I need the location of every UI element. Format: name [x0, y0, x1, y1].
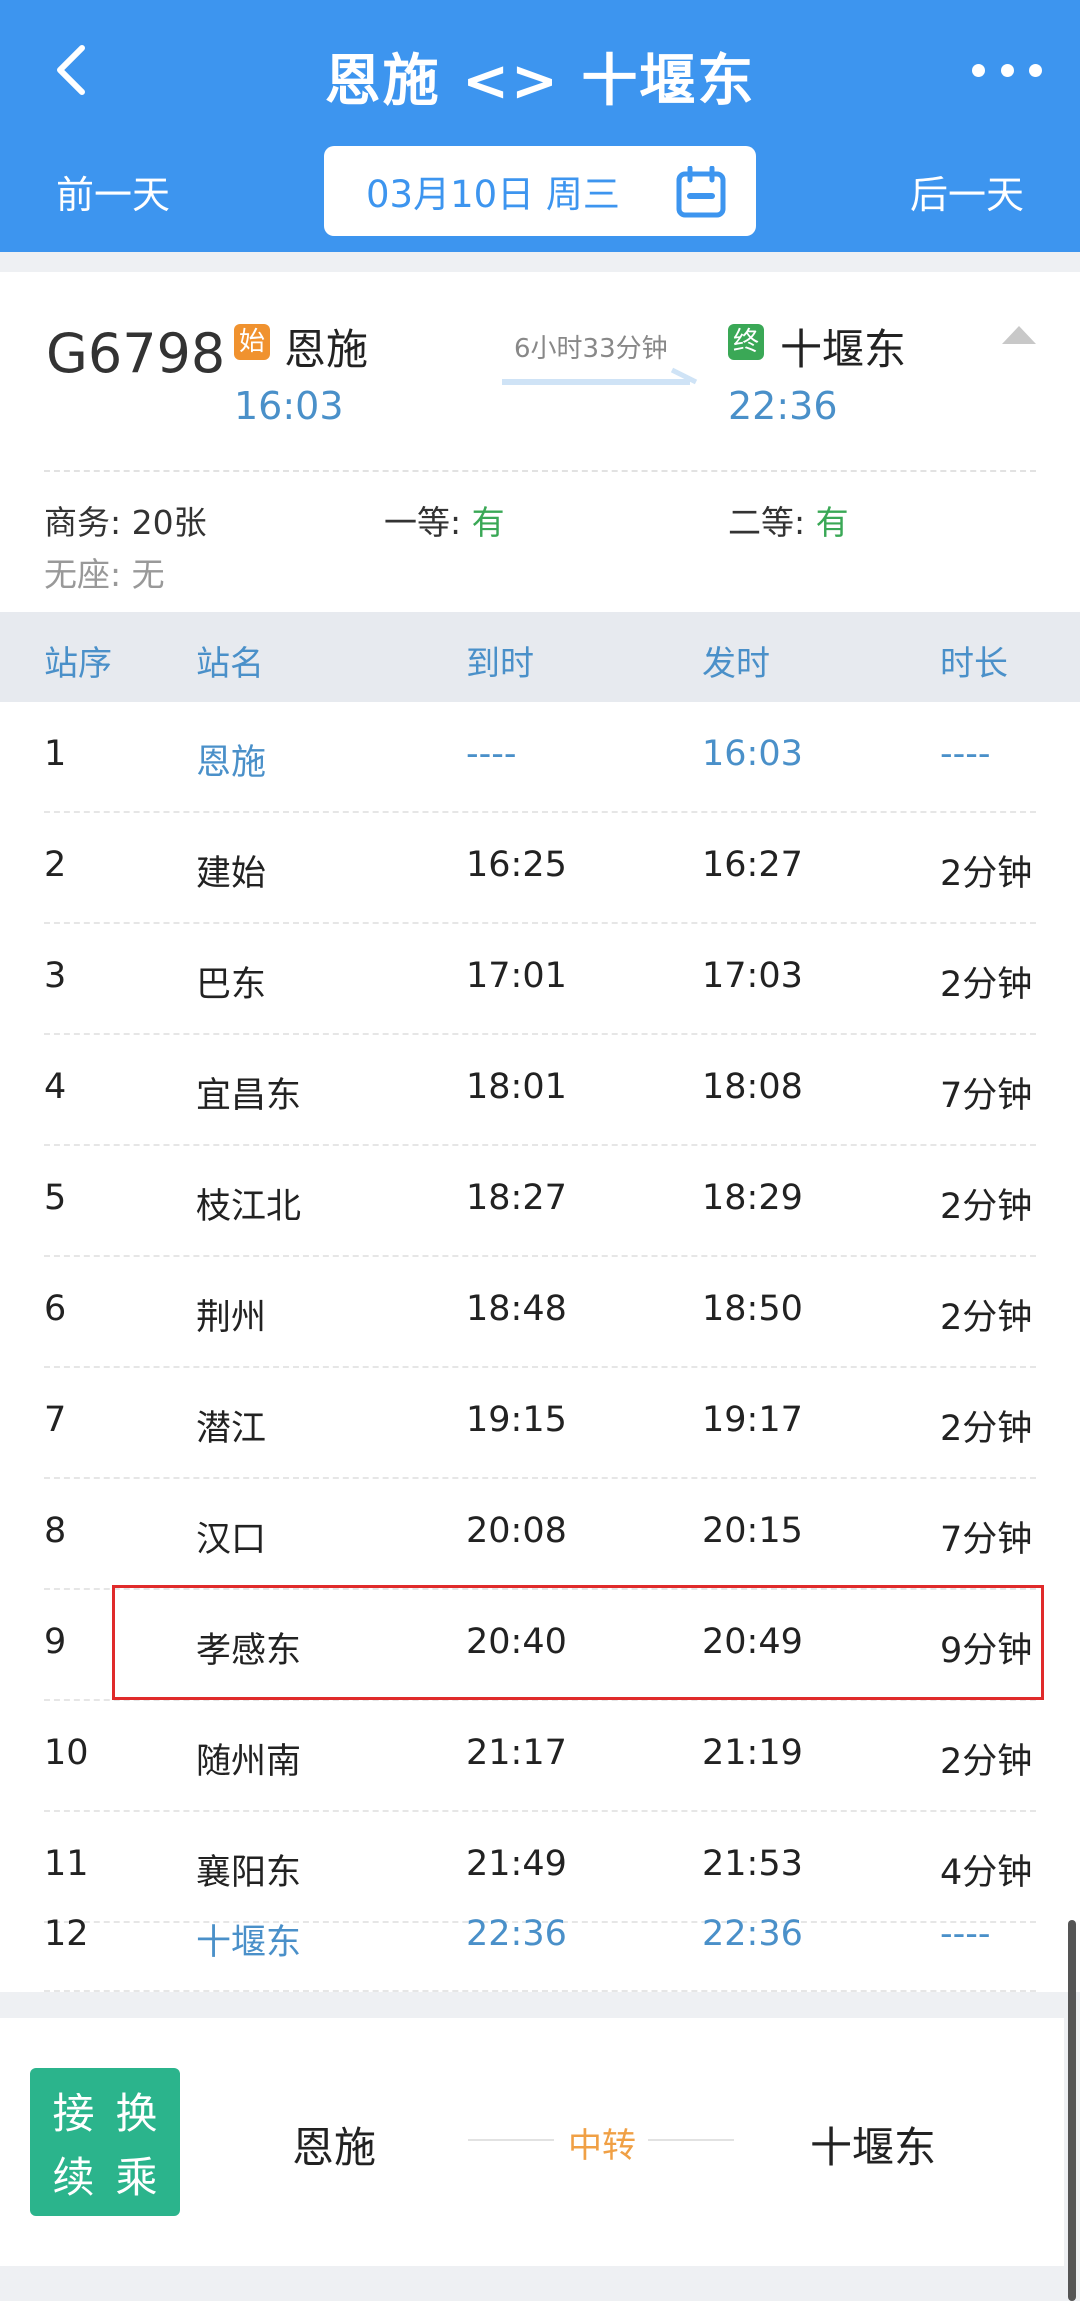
trip-duration: 6小时33分钟 [514, 334, 668, 364]
date-text: 03月10日 周三 [366, 173, 620, 216]
transfer-middle-label[interactable]: 中转 [568, 2118, 636, 2167]
table-row[interactable]: 3 巴东 17:01 17:03 2分钟 [0, 924, 1080, 1035]
stops-table-header: 站序 站名 到时 发时 时长 [0, 612, 1080, 702]
transfer-to-station: 十堰东 [810, 2123, 937, 2172]
to-time: 22:36 [728, 384, 838, 428]
top-app-bar: 恩施 <> 十堰东 前一天 03月10日 周三 后一天 [0, 0, 1080, 252]
transfer-from-station: 恩施 [292, 2123, 377, 2172]
collapse-caret-icon[interactable] [1000, 324, 1038, 346]
date-picker[interactable]: 03月10日 周三 [324, 146, 756, 236]
seat-second-class: 二等: 有 [728, 503, 849, 542]
table-row[interactable]: 5 枝江北 18:27 18:29 2分钟 [0, 1146, 1080, 1257]
scrollbar[interactable] [1068, 1920, 1076, 2301]
table-row[interactable]: 12 十堰东 22:36 22:36 ---- [0, 1892, 1080, 1992]
from-time: 16:03 [234, 384, 344, 428]
highlight-box [112, 1585, 1044, 1700]
table-row[interactable]: 6 荆州 18:48 18:50 2分钟 [0, 1257, 1080, 1368]
transfer-line-right [648, 2139, 734, 2141]
start-station-badge: 始 [234, 324, 270, 360]
header-depart: 发时 [702, 644, 770, 684]
back-arrow-icon[interactable] [44, 40, 104, 100]
table-row[interactable]: 1 恩施 ---- 16:03 ---- [0, 702, 1080, 813]
route-title: 恩施 <> 十堰东 [324, 49, 756, 114]
header-seq: 站序 [44, 644, 112, 684]
transfer-line-left [468, 2139, 554, 2141]
seat-business: 商务: 20张 [44, 503, 207, 542]
to-station-name: 十堰东 [780, 325, 907, 374]
end-station-badge: 终 [728, 324, 764, 360]
train-number: G6798 [46, 322, 226, 385]
train-info-card: G6798 始 恩施 16:03 6小时33分钟 终 十堰东 22:36 商务:… [0, 272, 1080, 612]
duration-arrow-icon [502, 367, 698, 385]
seat-first-class: 一等: 有 [384, 503, 505, 542]
next-day-button[interactable]: 后一天 [910, 164, 1024, 219]
transfer-card: 接 换 续 乘 恩施 中转 十堰东 [0, 2018, 1064, 2266]
header-station: 站名 [196, 644, 264, 684]
from-station-name: 恩施 [284, 325, 369, 374]
table-row[interactable]: 7 潜江 19:15 19:17 2分钟 [0, 1368, 1080, 1479]
stops-table: 1 恩施 ---- 16:03 ---- 2 建始 16:25 16:27 2分钟 3 巴东 17:… [0, 702, 1080, 1992]
header-arrive: 到时 [466, 644, 534, 684]
table-row[interactable]: 10 随州南 21:17 21:19 2分钟 [0, 1701, 1080, 1812]
more-dots-icon[interactable] [972, 56, 1042, 84]
prev-day-button[interactable]: 前一天 [56, 164, 170, 219]
seat-standing: 无座: 无 [44, 555, 165, 594]
calendar-icon [676, 166, 726, 218]
table-row[interactable]: 8 汉口 20:08 20:15 7分钟 [0, 1479, 1080, 1590]
table-row[interactable]: 2 建始 16:25 16:27 2分钟 [0, 813, 1080, 924]
card-divider [44, 470, 1036, 472]
table-row[interactable]: 4 宜昌东 18:01 18:08 7分钟 [0, 1035, 1080, 1146]
transfer-button[interactable]: 接 换 续 乘 [30, 2068, 180, 2216]
header-stay: 时长 [940, 644, 1008, 684]
